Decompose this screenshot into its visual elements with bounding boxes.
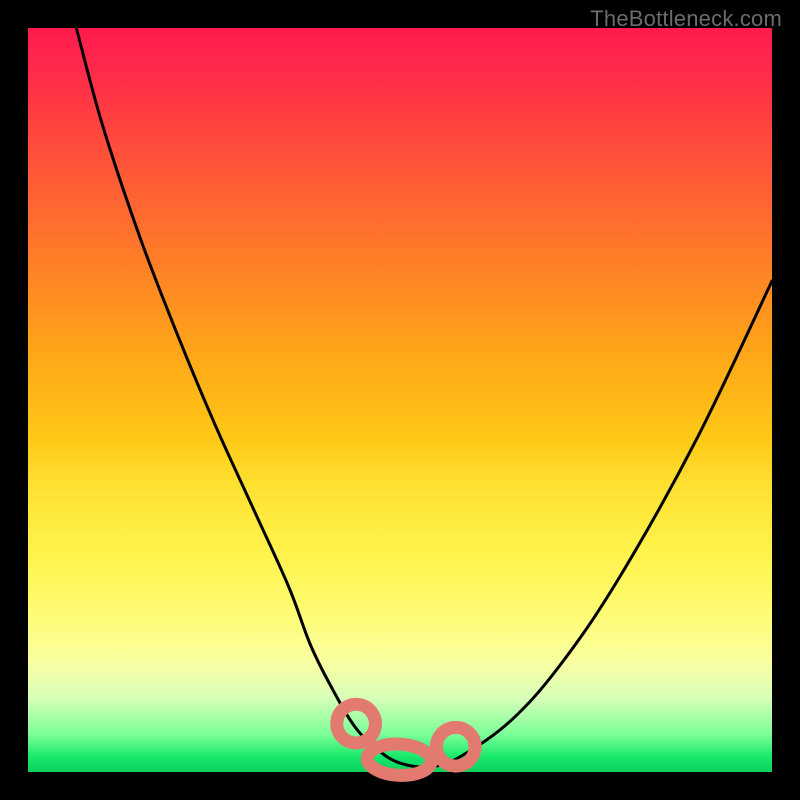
mark-ring-1 xyxy=(366,742,432,777)
bottleneck-curve xyxy=(76,28,772,767)
curve-layer xyxy=(28,28,772,772)
plot-area xyxy=(28,28,772,772)
chart-frame: TheBottleneck.com xyxy=(0,0,800,800)
watermark-text: TheBottleneck.com xyxy=(590,6,782,32)
